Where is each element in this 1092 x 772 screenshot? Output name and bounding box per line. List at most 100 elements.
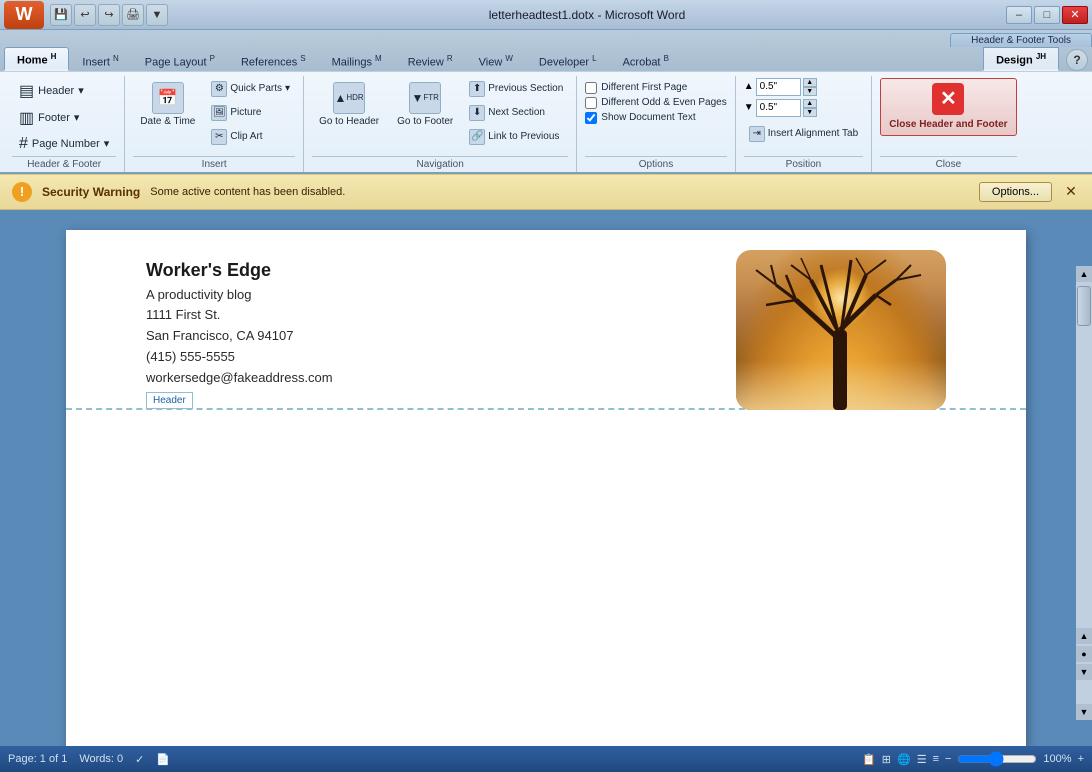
picture-button[interactable]: 🖼 Picture bbox=[206, 102, 295, 124]
bottom-position-row: ▼ ▲ ▼ bbox=[744, 99, 863, 117]
quick-access-undo[interactable]: ↩ bbox=[74, 4, 96, 26]
maximize-button[interactable]: □ bbox=[1034, 6, 1060, 24]
page-number-button[interactable]: # Page Number ▾ bbox=[12, 132, 116, 156]
scroll-up-arrow[interactable]: ▲ bbox=[1076, 266, 1092, 282]
quick-access-more[interactable]: ▼ bbox=[146, 4, 168, 26]
link-to-previous-button[interactable]: 🔗 Link to Previous bbox=[464, 126, 568, 148]
goto-header-button[interactable]: ▲HDR Go to Header bbox=[312, 78, 386, 131]
group-insert: 📅 Date & Time ⚙ Quick Parts ▾ 🖼 Picture bbox=[125, 76, 304, 172]
layout-icon: 📄 bbox=[156, 753, 170, 766]
tab-insert[interactable]: Insert N bbox=[69, 49, 131, 71]
security-options-button[interactable]: Options... bbox=[979, 182, 1052, 202]
quickparts-arrow: ▾ bbox=[285, 83, 290, 94]
options-content: Different First Page Different Odd & Eve… bbox=[585, 78, 726, 156]
scroll-side-buttons: ▲ ● ▼ bbox=[1076, 628, 1092, 680]
page-info: Page: 1 of 1 bbox=[8, 753, 67, 765]
footer-icon: ▥ bbox=[19, 108, 34, 128]
view-outline-icon[interactable]: ☰ bbox=[917, 753, 927, 766]
zoom-out-button[interactable]: − bbox=[945, 753, 951, 765]
bottom-spin-up[interactable]: ▲ bbox=[803, 99, 817, 108]
tab-home[interactable]: Home H bbox=[4, 47, 69, 71]
insert-small-buttons: ⚙ Quick Parts ▾ 🖼 Picture ✂ Clip Art bbox=[206, 78, 295, 148]
document-body[interactable] bbox=[66, 410, 1026, 710]
scroll-down-arrow[interactable]: ▼ bbox=[1076, 704, 1092, 720]
top-position-icon: ▲ bbox=[744, 81, 754, 92]
page-number-icon: # bbox=[19, 135, 28, 153]
security-warning-icon: ! bbox=[12, 182, 32, 202]
group-options: Different First Page Different Odd & Eve… bbox=[577, 76, 735, 172]
minimize-button[interactable]: – bbox=[1006, 6, 1032, 24]
view-web-icon[interactable]: 🌐 bbox=[897, 753, 911, 766]
zoom-in-button[interactable]: + bbox=[1078, 753, 1084, 765]
quick-parts-button[interactable]: ⚙ Quick Parts ▾ bbox=[206, 78, 295, 100]
clip-art-icon: ✂ bbox=[211, 129, 227, 145]
prev-section-button[interactable]: ⬆ Previous Section bbox=[464, 78, 568, 100]
top-spin-down[interactable]: ▼ bbox=[803, 87, 817, 96]
group-position-label: Position bbox=[744, 156, 863, 170]
goto-footer-button[interactable]: ▼FTR Go to Footer bbox=[390, 78, 460, 131]
tab-pagelayout[interactable]: Page Layout P bbox=[132, 49, 228, 71]
top-spin-buttons: ▲ ▼ bbox=[803, 78, 817, 96]
footer-button[interactable]: ▥ Footer ▾ bbox=[12, 105, 116, 131]
ribbon-content: ▤ Header ▾ ▥ Footer ▾ # Page Number bbox=[0, 71, 1092, 172]
window-title: letterheadtest1.dotx - Microsoft Word bbox=[168, 8, 1006, 22]
group-position: ▲ ▲ ▼ ▼ ▲ ▼ bbox=[736, 76, 872, 172]
document-scroll-area: Worker's Edge A productivity blog 1111 F… bbox=[0, 210, 1092, 746]
close-button[interactable]: ✕ bbox=[1062, 6, 1088, 24]
group-header-footer: ▤ Header ▾ ▥ Footer ▾ # Page Number bbox=[4, 76, 125, 172]
header-button[interactable]: ▤ Header ▾ bbox=[12, 78, 116, 104]
tab-mailings[interactable]: Mailings M bbox=[319, 49, 395, 71]
tree-svg bbox=[736, 250, 946, 410]
quick-access-save[interactable]: 💾 bbox=[50, 4, 72, 26]
scroll-page-up[interactable]: ▲ bbox=[1076, 628, 1092, 644]
group-navigation: ▲HDR Go to Header ▼FTR Go to Footer ⬆ Pr… bbox=[304, 76, 577, 172]
date-time-button[interactable]: 📅 Date & Time bbox=[133, 78, 202, 131]
bottom-position-input[interactable] bbox=[756, 99, 801, 117]
zoom-slider[interactable] bbox=[957, 754, 1037, 764]
tab-developer[interactable]: Developer L bbox=[526, 49, 610, 71]
quick-access-print[interactable]: 🖨 bbox=[122, 4, 144, 26]
security-close-button[interactable]: ✕ bbox=[1062, 183, 1080, 201]
show-document-text-checkbox[interactable] bbox=[585, 112, 597, 124]
scroll-thumb[interactable] bbox=[1077, 286, 1091, 326]
header-dropdown-arrow: ▾ bbox=[78, 84, 84, 97]
office-button[interactable]: W bbox=[4, 1, 44, 29]
group-close-label: Close bbox=[880, 156, 1016, 170]
scroll-page-down[interactable]: ▼ bbox=[1076, 664, 1092, 680]
next-section-button[interactable]: ⬇ Next Section bbox=[464, 102, 568, 124]
status-bar: Page: 1 of 1 Words: 0 ✓ 📄 📋 ⊞ 🌐 ☰ ≡ − 10… bbox=[0, 746, 1092, 772]
tab-references[interactable]: References S bbox=[228, 49, 319, 71]
close-header-footer-button[interactable]: ✕ Close Header and Footer bbox=[880, 78, 1016, 136]
different-first-page-checkbox[interactable] bbox=[585, 82, 597, 94]
close-content: ✕ Close Header and Footer bbox=[880, 78, 1016, 156]
insert-alignment-tab-button[interactable]: ⇥ Insert Alignment Tab bbox=[744, 123, 863, 145]
document-header-section[interactable]: Worker's Edge A productivity blog 1111 F… bbox=[66, 230, 1026, 410]
header-label-tag: Header bbox=[146, 392, 193, 409]
security-title: Security Warning bbox=[42, 185, 140, 199]
view-fullscreen-icon[interactable]: ⊞ bbox=[882, 753, 891, 766]
clip-art-button[interactable]: ✂ Clip Art bbox=[206, 126, 295, 148]
prev-section-icon: ⬆ bbox=[469, 81, 485, 97]
group-nav-label: Navigation bbox=[312, 156, 568, 170]
hf-tools-label: Header & Footer Tools bbox=[950, 33, 1092, 47]
next-section-icon: ⬇ bbox=[469, 105, 485, 121]
position-inputs: ▲ ▲ ▼ ▼ ▲ ▼ bbox=[744, 78, 863, 145]
nav-small-buttons: ⬆ Previous Section ⬇ Next Section 🔗 Link… bbox=[464, 78, 568, 148]
help-button[interactable]: ? bbox=[1066, 49, 1088, 71]
different-odd-even-checkbox[interactable] bbox=[585, 97, 597, 109]
nav-buttons: ▲HDR Go to Header ▼FTR Go to Footer ⬆ Pr… bbox=[312, 78, 568, 156]
title-bar-controls: – □ ✕ bbox=[1006, 6, 1088, 24]
view-print-icon[interactable]: 📋 bbox=[862, 753, 876, 766]
tab-acrobat[interactable]: Acrobat B bbox=[610, 49, 682, 71]
scroll-select-browse[interactable]: ● bbox=[1076, 646, 1092, 662]
tab-view[interactable]: View W bbox=[466, 49, 526, 71]
quick-access-redo[interactable]: ↪ bbox=[98, 4, 120, 26]
tab-review[interactable]: Review R bbox=[395, 49, 466, 71]
hf-section: ▤ Header ▾ ▥ Footer ▾ # Page Number bbox=[12, 78, 116, 156]
tab-design[interactable]: Design JH bbox=[983, 47, 1059, 71]
top-spin-up[interactable]: ▲ bbox=[803, 78, 817, 87]
group-insert-label: Insert bbox=[133, 156, 295, 170]
bottom-spin-down[interactable]: ▼ bbox=[803, 108, 817, 117]
view-draft-icon[interactable]: ≡ bbox=[933, 753, 939, 765]
top-position-input[interactable] bbox=[756, 78, 801, 96]
